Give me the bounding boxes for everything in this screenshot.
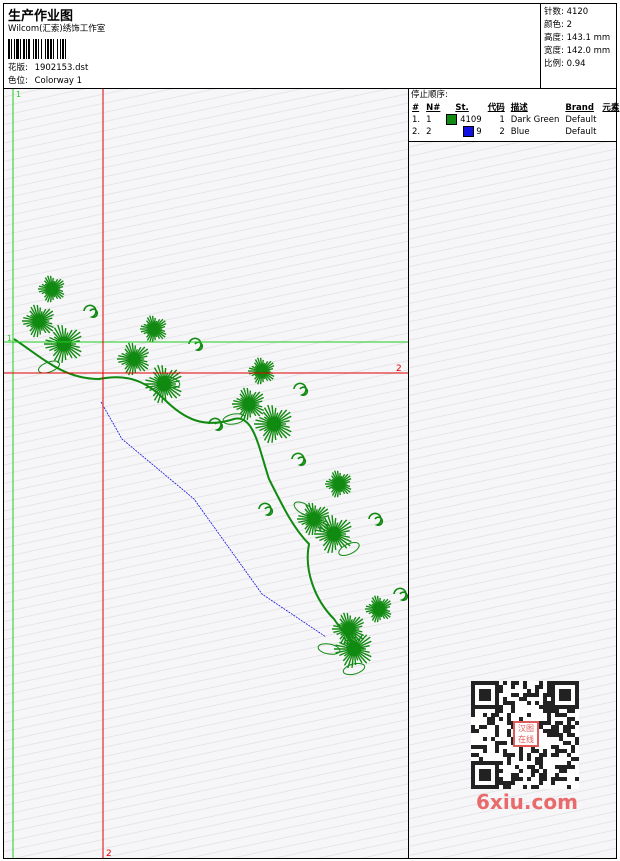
header-panel: 生产作业图 Wilcom(汇索)绣饰工作室 花版: 1902153.dst 色位… xyxy=(3,3,541,89)
design-value: 1902153.dst xyxy=(34,63,89,73)
page-title: 生产作业图 xyxy=(8,9,74,24)
stop-sequence-panel: 停止顺序: # N# St. 代码 描述 Brand 元素 1. 1 4109 … xyxy=(408,88,620,142)
table-header: # N# St. 代码 描述 Brand 元素 xyxy=(412,103,620,113)
embroidery-design xyxy=(13,275,408,676)
red-marker-bottom: 2 xyxy=(106,849,112,858)
table-row[interactable]: 1. 1 4109 1 Dark Green Default xyxy=(409,114,620,126)
color-swatch-green xyxy=(446,114,458,125)
red-marker-right: 2 xyxy=(396,364,402,374)
stat-stitches: 针数: 4120 xyxy=(544,7,589,17)
stop-sequence-table: # N# St. 代码 描述 Brand 元素 1. 1 4109 1 Dark… xyxy=(409,102,620,138)
stat-colors: 颜色: 2 xyxy=(544,20,572,30)
company-name: Wilcom(汇索)绣饰工作室 xyxy=(8,24,106,34)
embroidery-preview: 1 1 2 2 xyxy=(4,89,408,858)
design-row: 花版: 1902153.dst xyxy=(8,63,88,74)
color-swatch-blue xyxy=(462,126,474,137)
barcode xyxy=(8,39,68,59)
qr-code: 汉图在线 xyxy=(471,681,579,789)
stat-scale: 比例: 0.94 xyxy=(544,59,586,69)
stats-panel: 针数: 4120 颜色: 2 高度: 143.1 mm 宽度: 142.0 mm… xyxy=(540,3,617,89)
stats-list: 针数: 4120 颜色: 2 高度: 143.1 mm 宽度: 142.0 mm… xyxy=(544,6,610,71)
table-row[interactable]: 2. 2 9 2 Blue Default xyxy=(409,126,620,138)
stop-sequence-heading: 停止顺序: xyxy=(411,90,448,100)
watermark-seal: 汉图在线 xyxy=(513,721,539,747)
stat-width: 宽度: 142.0 mm xyxy=(544,46,611,56)
green-marker-top: 1 xyxy=(16,90,21,99)
watermark-logo: 6xiu.com xyxy=(476,790,578,814)
green-marker-left: 1 xyxy=(7,334,12,343)
design-label: 花版: xyxy=(8,63,28,73)
colorway-row: 色位: Colorway 1 xyxy=(8,76,82,87)
colorway-label: 色位: xyxy=(8,76,28,86)
stat-height: 高度: 143.1 mm xyxy=(544,33,611,43)
colorway-value: Colorway 1 xyxy=(34,76,83,86)
design-canvas[interactable]: 1 1 2 2 xyxy=(3,88,409,859)
